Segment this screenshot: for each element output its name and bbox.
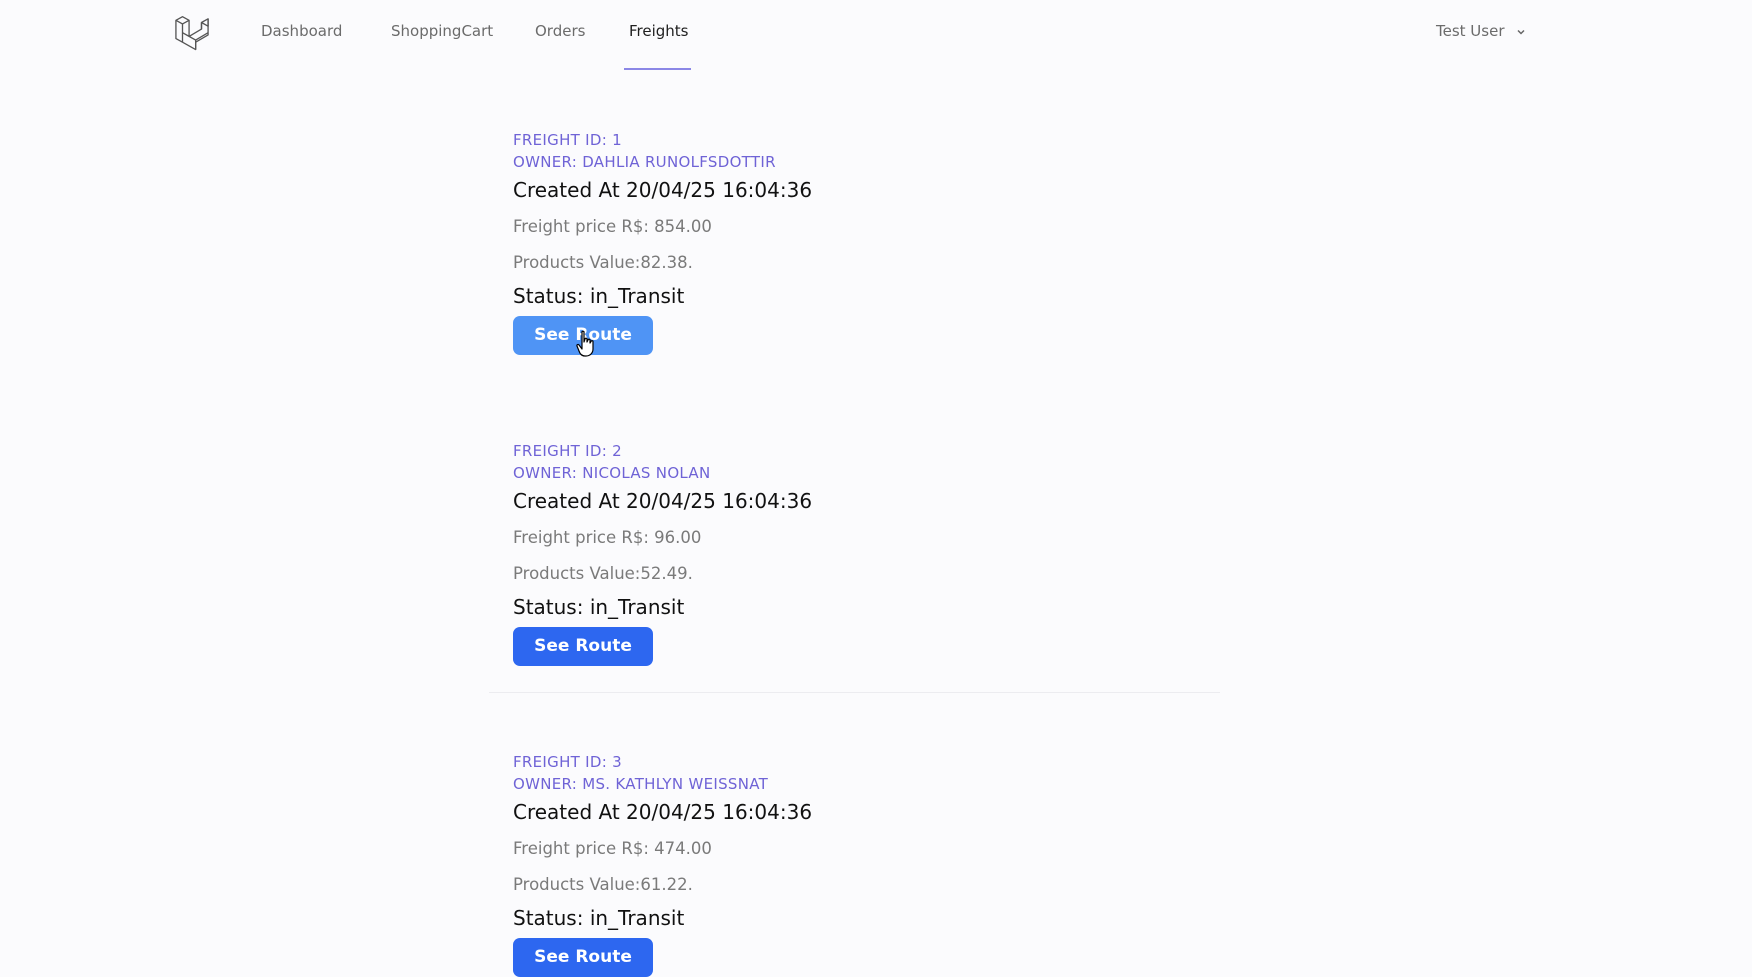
freight-owner: OWNER: MS. KATHLYN WEISSNAT	[513, 775, 769, 793]
freight-card: FREIGHT ID: 2 OWNER: NICOLAS NOLAN Creat…	[513, 440, 1213, 666]
user-menu[interactable]: Test User	[1436, 22, 1526, 40]
laravel-logo-icon[interactable]	[173, 13, 211, 51]
freight-status: Status: in_Transit	[513, 284, 685, 308]
nav-link-shoppingcart[interactable]: ShoppingCart	[391, 22, 493, 40]
freight-price: Freight price R$: 474.00	[513, 839, 712, 858]
nav-link-orders[interactable]: Orders	[535, 22, 585, 40]
freight-products-value: Products Value:52.49.	[513, 564, 693, 583]
freight-status: Status: in_Transit	[513, 906, 685, 930]
active-nav-indicator	[624, 68, 691, 70]
top-navigation: Dashboard ShoppingCart Orders Freights T…	[0, 0, 1752, 70]
freight-status: Status: in_Transit	[513, 595, 685, 619]
freight-card: FREIGHT ID: 1 OWNER: DAHLIA RUNOLFSDOTTI…	[513, 129, 1213, 355]
section-divider	[489, 692, 1220, 693]
freight-owner: OWNER: NICOLAS NOLAN	[513, 464, 711, 482]
freight-id: FREIGHT ID: 2	[513, 442, 623, 460]
freight-card: FREIGHT ID: 3 OWNER: MS. KATHLYN WEISSNA…	[513, 751, 1213, 977]
freight-id: FREIGHT ID: 1	[513, 131, 623, 149]
freight-created-at: Created At 20/04/25 16:04:36	[513, 800, 813, 824]
freight-products-value: Products Value:82.38.	[513, 253, 693, 272]
freight-products-value: Products Value:61.22.	[513, 875, 693, 894]
freight-created-at: Created At 20/04/25 16:04:36	[513, 489, 813, 513]
freight-price: Freight price R$: 96.00	[513, 528, 702, 547]
see-route-button[interactable]: See Route	[513, 938, 653, 977]
freight-created-at: Created At 20/04/25 16:04:36	[513, 178, 813, 202]
nav-link-dashboard[interactable]: Dashboard	[261, 22, 342, 40]
chevron-down-icon	[1517, 29, 1525, 35]
freight-price: Freight price R$: 854.00	[513, 217, 712, 236]
freight-id: FREIGHT ID: 3	[513, 753, 623, 771]
hand-pointer-cursor-icon	[576, 330, 594, 357]
freight-owner: OWNER: DAHLIA RUNOLFSDOTTIR	[513, 153, 776, 171]
see-route-button[interactable]: See Route	[513, 627, 653, 666]
user-name: Test User	[1436, 22, 1505, 40]
nav-link-freights[interactable]: Freights	[629, 22, 689, 40]
